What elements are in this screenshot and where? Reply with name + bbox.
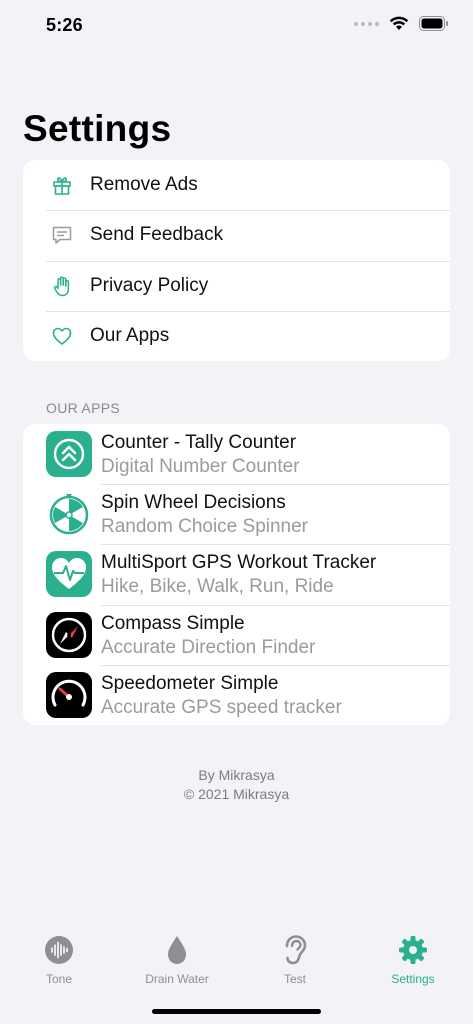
tab-tone[interactable]: Tone bbox=[0, 934, 118, 986]
app-row-multisport[interactable]: MultiSport GPS Workout Tracker Hike, Bik… bbox=[23, 544, 450, 604]
app-title: MultiSport GPS Workout Tracker bbox=[101, 552, 377, 574]
waveform-icon bbox=[0, 934, 118, 966]
tab-label: Test bbox=[283, 972, 306, 986]
status-indicators bbox=[354, 16, 449, 31]
menu-item-remove-ads[interactable]: Remove Ads bbox=[23, 160, 450, 210]
tab-drain-water[interactable]: Drain Water bbox=[118, 934, 236, 986]
app-row-counter[interactable]: Counter - Tally Counter Digital Number C… bbox=[23, 424, 450, 484]
heart-icon bbox=[51, 325, 73, 347]
app-subtitle: Accurate Direction Finder bbox=[101, 636, 316, 658]
app-subtitle: Accurate GPS speed tracker bbox=[101, 696, 342, 718]
app-subtitle: Random Choice Spinner bbox=[101, 516, 309, 538]
cellular-signal-icon bbox=[354, 21, 379, 26]
tab-test[interactable]: Test bbox=[236, 934, 354, 986]
counter-app-icon bbox=[46, 431, 92, 477]
status-time: 5:26 bbox=[46, 15, 83, 35]
tab-label: Settings bbox=[391, 972, 435, 986]
app-title: Counter - Tally Counter bbox=[101, 432, 297, 453]
settings-menu-card: Remove Ads Send Feedback Privacy Policy bbox=[23, 160, 450, 361]
footer-credits: By Mikrasya © 2021 Mikrasya bbox=[0, 766, 473, 804]
heart-pulse-app-icon bbox=[46, 551, 92, 598]
app-title: Speedometer Simple bbox=[101, 672, 279, 694]
menu-item-label: Send Feedback bbox=[90, 224, 224, 246]
speedometer-app-icon bbox=[46, 671, 92, 718]
menu-item-send-feedback[interactable]: Send Feedback bbox=[23, 210, 450, 260]
tab-label: Tone bbox=[45, 972, 73, 986]
page-title: Settings bbox=[23, 108, 172, 149]
home-indicator[interactable] bbox=[152, 1009, 321, 1014]
footer-copyright: © 2021 Mikrasya bbox=[183, 786, 290, 802]
our-apps-card: Counter - Tally Counter Digital Number C… bbox=[23, 424, 450, 725]
ear-icon bbox=[236, 934, 354, 966]
menu-item-label: Privacy Policy bbox=[90, 274, 209, 296]
battery-icon bbox=[419, 16, 448, 31]
footer-author: By Mikrasya bbox=[198, 767, 275, 783]
menu-item-label: Our Apps bbox=[90, 324, 170, 346]
app-title: Spin Wheel Decisions bbox=[101, 492, 286, 514]
tab-settings[interactable]: Settings bbox=[354, 934, 472, 986]
spin-wheel-app-icon bbox=[46, 491, 92, 538]
wifi-icon bbox=[389, 16, 409, 30]
drop-icon bbox=[118, 934, 236, 966]
app-row-compass[interactable]: Compass Simple Accurate Direction Finder bbox=[23, 604, 450, 665]
app-row-spin-wheel[interactable]: Spin Wheel Decisions Random Choice Spinn… bbox=[23, 484, 450, 544]
gear-icon bbox=[354, 934, 472, 966]
app-row-speedometer[interactable]: Speedometer Simple Accurate GPS speed tr… bbox=[23, 664, 450, 725]
compass-app-icon bbox=[46, 611, 92, 658]
app-subtitle: Digital Number Counter bbox=[101, 456, 300, 477]
gift-icon bbox=[51, 174, 73, 196]
app-title: Compass Simple bbox=[101, 612, 245, 634]
status-bar: 5:26 bbox=[0, 0, 473, 54]
menu-item-privacy-policy[interactable]: Privacy Policy bbox=[23, 260, 450, 311]
hand-icon bbox=[51, 275, 73, 297]
section-header-our-apps: OUR APPS bbox=[46, 400, 120, 416]
app-subtitle: Hike, Bike, Walk, Run, Ride bbox=[101, 576, 334, 598]
tab-label: Drain Water bbox=[145, 972, 209, 986]
message-icon bbox=[51, 224, 73, 246]
menu-item-label: Remove Ads bbox=[90, 174, 198, 196]
menu-item-our-apps[interactable]: Our Apps bbox=[23, 310, 450, 361]
